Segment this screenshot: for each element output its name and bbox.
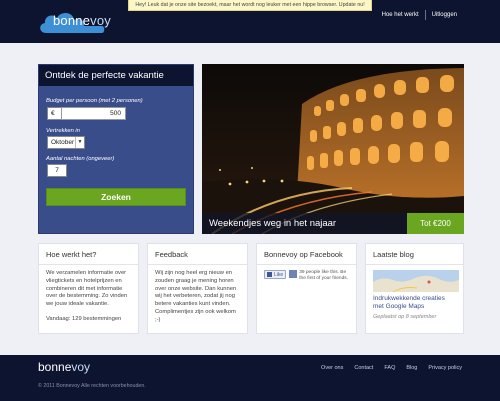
facebook-like-count: 39 people like this. Be the first of you… [299,270,348,281]
destination-count: Vandaag: 129 bestemmingen [46,315,122,322]
facebook-box: Bonnevoy op Facebook Like 39 people like… [256,243,357,334]
month-value: Oktober [51,139,75,146]
blog-post-link[interactable]: Indrukwekkende creaties met Google Maps [366,292,463,311]
how-box-text: We verzamelen informatie over vliegticke… [46,270,128,308]
nights-input[interactable]: 7 [47,164,67,177]
currency-symbol: € [51,110,55,117]
facebook-avatar [289,270,298,278]
facebook-box-title: Bonnevoy op Facebook [257,244,356,265]
feedback-box-title: Feedback [148,244,247,265]
hero-caption[interactable]: Weekendjes weg in het najaar [202,213,407,234]
facebook-like-widget: Like 39 people like this. Be the first o… [257,270,356,282]
budget-input[interactable]: 500 [61,107,126,120]
blog-box-title: Laatste blog [366,244,463,265]
site-logo[interactable]: bonnevoy [38,8,118,36]
vacation-search-panel: Ontdek de perfecte vakantie Budget per p… [38,64,194,234]
how-it-works-box: Hoe werkt het? We verzamelen informatie … [38,243,139,334]
how-it-works-link[interactable]: Hoe het werkt [376,12,425,18]
blog-map-thumbnail[interactable] [373,270,459,292]
latest-blog-box: Laatste blog Indrukwekkende creaties met… [365,243,464,334]
how-box-title: Hoe werkt het? [39,244,138,265]
hero-price-badge[interactable]: Tot €200 [407,213,464,234]
copyright-text: © 2011 Bonnevoy Alle rechten voorbehoude… [38,383,146,389]
footer-logo[interactable]: bonnevoy [38,360,90,374]
thumbs-up-icon [267,272,272,277]
budget-label: Budget per persoon (met 2 personen) [46,98,143,104]
feedback-box-text: Wij zijn nog heel erg nieuw en zouden gr… [155,270,237,323]
feedback-box: Feedback Wij zijn nog heel erg nieuw en … [147,243,248,334]
budget-field[interactable]: € 500 [47,107,126,120]
month-select[interactable]: Oktober ▼ [47,136,85,149]
site-header: Hey! Leuk dat je onze site bezoekt, maar… [0,0,500,43]
footer-nav: Over ons Contact FAQ Blog Privacy policy [310,365,462,371]
site-footer: bonnevoy © 2011 Bonnevoy Alle rechten vo… [0,355,500,401]
colosseum-night-photo [202,64,464,234]
chevron-down-icon[interactable]: ▼ [75,137,84,148]
search-title: Ontdek de perfecte vakantie [39,65,193,86]
nights-label: Aantal nachten (ongeveer) [46,156,115,162]
top-nav: Hoe het werkt Uitloggen [376,10,463,20]
footer-link-contact[interactable]: Contact [354,365,373,371]
browser-update-notice[interactable]: Hey! Leuk dat je onze site bezoekt, maar… [128,0,372,11]
footer-link-blog[interactable]: Blog [406,365,417,371]
map-image [373,270,459,292]
blog-post-date: Geplaatst op 8 september [373,314,437,320]
hero-banner[interactable]: Weekendjes weg in het najaar Tot €200 [202,64,464,234]
footer-link-privacy[interactable]: Privacy policy [428,365,462,371]
footer-link-about[interactable]: Over ons [321,365,343,371]
search-button[interactable]: Zoeken [46,188,186,206]
footer-link-faq[interactable]: FAQ [384,365,395,371]
logout-link[interactable]: Uitloggen [426,12,463,18]
depart-label: Vertrekken in [46,128,80,134]
facebook-like-button[interactable]: Like [264,270,287,279]
